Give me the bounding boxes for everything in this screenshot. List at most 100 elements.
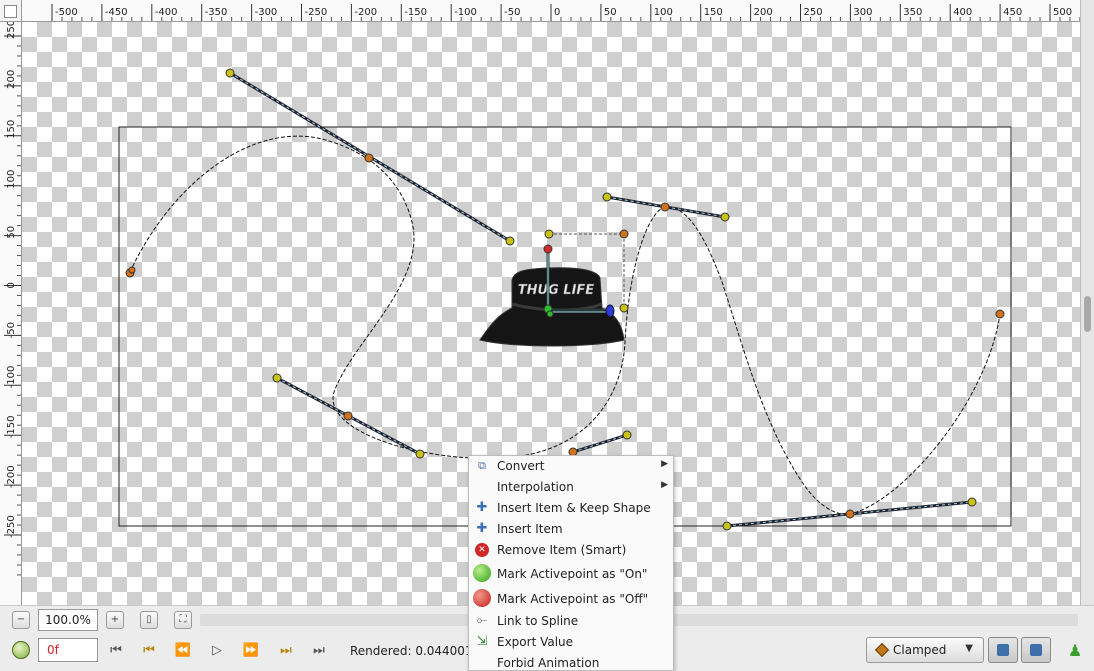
handle[interactable] (272, 373, 282, 383)
keyframe-lock-past-icon (997, 644, 1009, 656)
future-keyframes-lock-button[interactable] (1021, 637, 1051, 663)
prev-frame-icon: ⏪ (174, 643, 192, 658)
remove-icon: ✕ (475, 543, 489, 557)
handle[interactable] (619, 229, 629, 239)
red-ball-icon (473, 589, 491, 607)
menu-item-interpolation[interactable]: Interpolation ▶ (469, 477, 673, 498)
ruler-label: 50 (6, 226, 17, 239)
zoom-100-button[interactable]: ▯ (140, 611, 158, 629)
menu-item-mark-on[interactable]: Mark Activepoint as "On" (469, 562, 673, 585)
menu-item-link-to-spline[interactable]: ⟜ Link to Spline (469, 611, 673, 632)
angle-handle[interactable] (543, 244, 553, 254)
past-keyframes-lock-button[interactable] (988, 637, 1018, 663)
handle[interactable] (845, 509, 855, 519)
horizontal-ruler[interactable]: -500 -450 -400 -350 -300 -250 -200 -150 -100 -50 0… (22, 0, 1080, 22)
handle[interactable] (660, 202, 670, 212)
ruler-label: 400 (953, 7, 972, 18)
context-menu: ⧉ Convert ▶ Interpolation ▶ ✚ Insert Ite… (468, 455, 674, 671)
handle[interactable] (622, 430, 632, 440)
ruler-label: 100 (654, 7, 673, 18)
ruler-label: -250 (305, 7, 328, 18)
synfig-canvas-window: -500 -450 -400 -350 -300 -250 -200 -150 -100 -50 0… (0, 0, 1094, 671)
menu-item-mark-off[interactable]: Mark Activepoint as "Off" (469, 587, 673, 610)
zoom-in-button[interactable]: + (106, 611, 124, 629)
horizontal-ruler-ticks: -500 -450 -400 -350 -300 -250 -200 -150 -100 -50 0… (51, 4, 1080, 21)
figure-icon: ♟ (1067, 641, 1083, 660)
seek-end-button[interactable]: ⏭ (309, 641, 329, 661)
zoom-fit-button[interactable]: ⛶ (174, 611, 192, 629)
next-frame-icon: ⏩ (242, 643, 260, 658)
handle[interactable] (619, 303, 629, 313)
plus-icon: ✚ (476, 521, 488, 536)
scale-handle[interactable] (605, 304, 615, 318)
plus-icon: + (110, 614, 120, 625)
handle[interactable] (544, 229, 554, 239)
convert-icon: ⧉ (478, 459, 486, 472)
prev-frame-button[interactable]: ⏪ (173, 641, 193, 661)
next-keyframe-icon: ⏭ (280, 643, 292, 658)
ruler-label: 450 (1003, 7, 1022, 18)
default-interpolation-select[interactable]: Clamped ▼ (866, 637, 984, 663)
handle[interactable] (505, 236, 515, 246)
ruler-label: -250 (6, 515, 17, 538)
vertical-scrollbar[interactable] (1080, 0, 1094, 605)
interpolation-value: Clamped (893, 643, 947, 657)
ruler-label: 100 (6, 170, 17, 189)
handle[interactable] (602, 192, 612, 202)
ruler-label: 200 (754, 7, 773, 18)
play-icon: ▷ (212, 643, 222, 658)
green-ball-icon (473, 564, 491, 582)
keyframe-lock-future-icon (1030, 644, 1042, 656)
zoom-out-button[interactable]: − (12, 611, 30, 629)
prev-keyframe-button[interactable]: ⏮ (139, 641, 159, 661)
ruler-label: -300 (255, 7, 278, 18)
ruler-label: 150 (704, 7, 723, 18)
offset-handle[interactable] (546, 310, 554, 318)
handle[interactable] (225, 68, 235, 78)
next-keyframe-button[interactable]: ⏭ (276, 641, 296, 661)
handle[interactable] (364, 153, 374, 163)
ruler-label: 350 (903, 7, 922, 18)
hat-artwork[interactable]: THUG LIFE (479, 267, 625, 347)
ruler-label: -100 (454, 7, 477, 18)
handle[interactable] (128, 266, 136, 274)
seek-begin-button[interactable]: ⏮ (106, 641, 126, 661)
menu-item-export-value[interactable]: ⇲ Export Value (469, 632, 673, 653)
seek-end-icon: ⏭ (313, 643, 325, 658)
export-icon: ⇲ (476, 634, 488, 649)
ruler-corner-toggle[interactable] (4, 5, 17, 18)
minus-icon: − (16, 614, 26, 625)
next-frame-button[interactable]: ⏩ (241, 641, 261, 661)
menu-item-remove-smart[interactable]: ✕ Remove Item (Smart) (469, 540, 673, 561)
link-spline-icon: ⟜ (476, 613, 488, 628)
vertical-ruler[interactable]: 250 200 150 100 50 0 -50 -100 -150 -200 -250 (0, 22, 22, 605)
animation-mode-toggle[interactable]: ♟ (1066, 641, 1084, 661)
render-time-label: Rendered: 0.044001 (350, 644, 473, 658)
handle[interactable] (343, 411, 353, 421)
animation-mode-icon[interactable] (12, 641, 30, 659)
handle[interactable] (720, 212, 730, 222)
menu-item-insert-keep-shape[interactable]: ✚ Insert Item & Keep Shape (469, 498, 673, 519)
vertical-scrollbar-thumb[interactable] (1084, 296, 1091, 332)
play-button[interactable]: ▷ (207, 641, 227, 661)
fit-icon: ⛶ (179, 614, 187, 625)
ruler-label: -350 (205, 7, 228, 18)
menu-item-forbid-animation[interactable]: Forbid Animation (469, 653, 673, 670)
ruler-corner[interactable] (0, 0, 22, 22)
zoom-input[interactable]: 100.0% (38, 609, 98, 631)
ruler-label: -150 (404, 7, 427, 18)
ruler-label: 50 (604, 7, 617, 18)
vertical-ruler-ticks: 250 200 150 100 50 0 -50 -100 -150 -200 -250 (4, 22, 21, 576)
handle[interactable] (995, 309, 1005, 319)
clamped-icon (874, 642, 890, 658)
menu-item-insert[interactable]: ✚ Insert Item (469, 519, 673, 540)
ruler-label: -100 (6, 366, 17, 389)
ruler-label: -200 (354, 7, 377, 18)
ruler-label: 500 (1053, 7, 1072, 18)
handle[interactable] (967, 497, 977, 507)
menu-item-convert[interactable]: ⧉ Convert ▶ (469, 456, 673, 477)
handle[interactable] (415, 449, 425, 459)
handle[interactable] (722, 521, 732, 531)
current-time-input[interactable]: 0f (38, 638, 98, 662)
ruler-label: 250 (804, 7, 823, 18)
